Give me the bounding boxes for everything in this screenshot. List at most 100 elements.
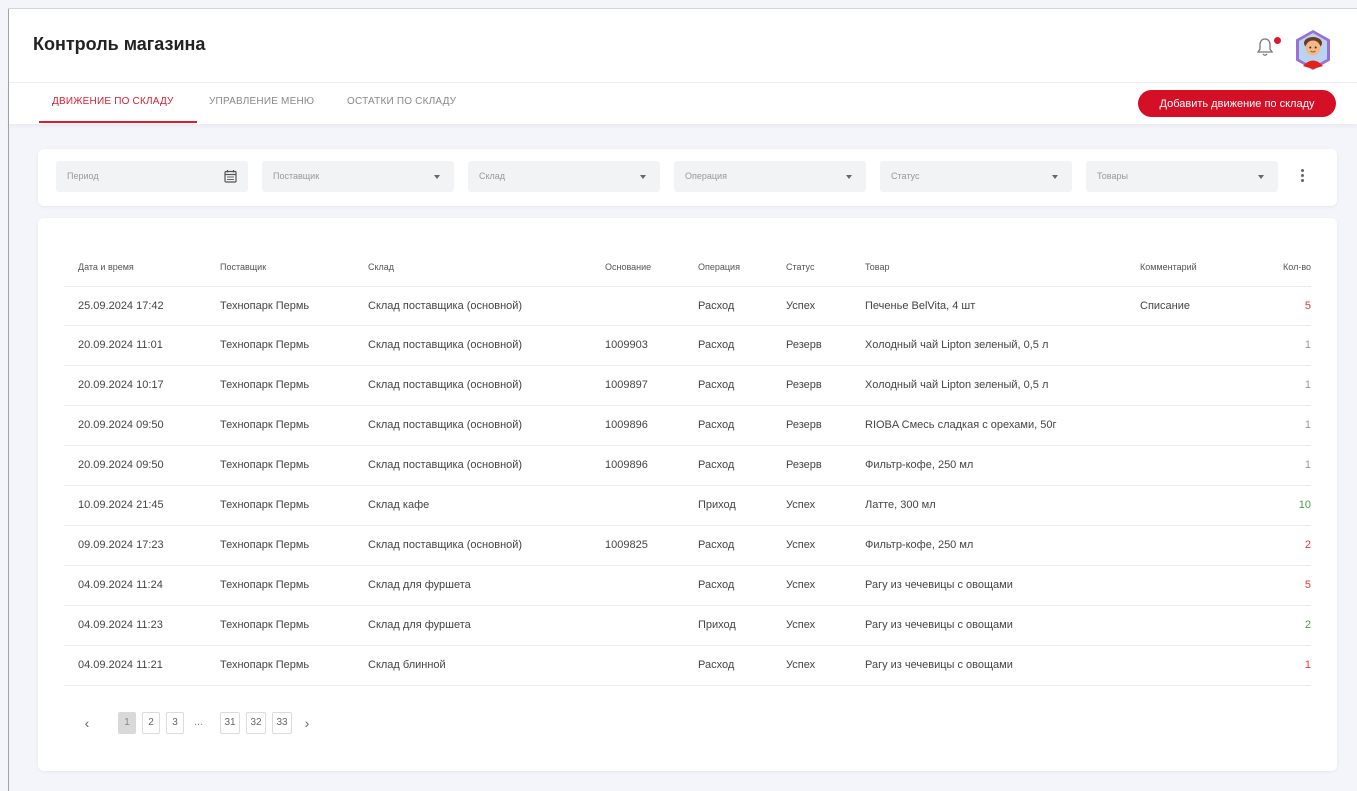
cell-supplier: Технопарк Пермь xyxy=(220,300,310,312)
cell-supplier: Технопарк Пермь xyxy=(220,419,310,431)
cell-comment: Списание xyxy=(1140,300,1190,312)
cell-warehouse: Склад кафе xyxy=(368,499,430,511)
page-button-31[interactable]: 31 xyxy=(220,712,240,734)
cell-product: Печенье BelVita, 4 шт xyxy=(865,300,976,312)
table-row[interactable]: 20.09.2024 09:50 Технопарк Пермь Склад пос… xyxy=(64,406,1311,446)
page-button-2[interactable]: 2 xyxy=(142,712,160,734)
cell-basis: 1009897 xyxy=(605,379,648,391)
chevron-down-icon xyxy=(434,175,440,179)
cell-warehouse: Склад поставщика (основной) xyxy=(368,379,523,391)
status-filter[interactable]: Статус xyxy=(880,161,1072,192)
cell-status: Успех xyxy=(786,539,816,551)
column-header-comment[interactable]: Комментарий xyxy=(1140,262,1197,272)
bell-icon[interactable] xyxy=(1255,36,1275,58)
column-header-product[interactable]: Товар xyxy=(865,262,890,272)
column-header-quantity[interactable]: Кол-во xyxy=(1283,262,1311,272)
table-body: 25.09.2024 17:42 Технопарк Пермь Склад пос… xyxy=(64,286,1311,686)
table-row[interactable]: 09.09.2024 17:23 Технопарк Пермь Склад пос… xyxy=(64,526,1311,566)
cell-datetime: 10.09.2024 21:45 xyxy=(78,499,164,511)
cell-supplier: Технопарк Пермь xyxy=(220,539,310,551)
cell-datetime: 25.09.2024 17:42 xyxy=(78,300,164,312)
cell-operation: Расход xyxy=(698,300,735,312)
calendar-icon[interactable] xyxy=(224,169,237,183)
cell-basis: 1009903 xyxy=(605,339,648,351)
cell-supplier: Технопарк Пермь xyxy=(220,619,310,631)
next-page-button[interactable]: › xyxy=(300,712,314,734)
cell-datetime: 20.09.2024 10:17 xyxy=(78,379,164,391)
prev-page-button[interactable]: ‹ xyxy=(80,712,94,734)
cell-operation: Расход xyxy=(698,339,735,351)
cell-product: Латте, 300 мл xyxy=(865,499,936,511)
supplier-filter[interactable]: Поставщик xyxy=(262,161,454,192)
table-header: Дата и время Поставщик Склад Основание О… xyxy=(64,256,1311,286)
warehouse-filter[interactable]: Склад xyxy=(468,161,660,192)
top-bar: Контроль магазина xyxy=(9,9,1357,83)
tab-menu-management[interactable]: Управление меню xyxy=(209,96,314,107)
period-filter[interactable]: Период xyxy=(56,161,248,192)
goods-filter[interactable]: Товары xyxy=(1086,161,1278,192)
column-header-operation[interactable]: Операция xyxy=(698,262,740,272)
table-row[interactable]: 20.09.2024 11:01 Технопарк Пермь Склад пос… xyxy=(64,326,1311,366)
operation-filter[interactable]: Операция xyxy=(674,161,866,192)
cell-supplier: Технопарк Пермь xyxy=(220,339,310,351)
more-vertical-icon[interactable] xyxy=(1299,169,1305,185)
cell-product: Фильтр-кофе, 250 мл xyxy=(865,539,974,551)
chevron-down-icon xyxy=(1052,175,1058,179)
table-row[interactable]: 25.09.2024 17:42 Технопарк Пермь Склад пос… xyxy=(64,286,1311,326)
cell-supplier: Технопарк Пермь xyxy=(220,579,310,591)
cell-quantity: 1 xyxy=(1304,659,1311,671)
movements-table-card: Дата и время Поставщик Склад Основание О… xyxy=(38,218,1337,771)
avatar[interactable] xyxy=(1294,29,1332,71)
column-header-basis[interactable]: Основание xyxy=(605,262,651,272)
column-header-warehouse[interactable]: Склад xyxy=(368,262,394,272)
table-row[interactable]: 20.09.2024 09:50 Технопарк Пермь Склад пос… xyxy=(64,446,1311,486)
cell-datetime: 04.09.2024 11:21 xyxy=(78,659,163,671)
page-button-1[interactable]: 1 xyxy=(118,712,136,734)
cell-datetime: 04.09.2024 11:24 xyxy=(78,579,163,591)
cell-quantity: 10 xyxy=(1298,499,1311,511)
cell-product: Рагу из чечевицы с овощами xyxy=(865,619,1013,631)
column-header-datetime[interactable]: Дата и время xyxy=(78,262,134,272)
supplier-filter-label: Поставщик xyxy=(273,171,320,181)
chevron-down-icon xyxy=(1258,175,1264,179)
cell-supplier: Технопарк Пермь xyxy=(220,499,310,511)
tab-stock-movement[interactable]: Движение по складу xyxy=(52,96,174,107)
active-tab-indicator xyxy=(39,121,197,123)
pagination-ellipsis: ... xyxy=(194,716,204,728)
cell-supplier: Технопарк Пермь xyxy=(220,379,310,391)
operation-filter-label: Операция xyxy=(685,171,727,181)
cell-datetime: 20.09.2024 11:01 xyxy=(78,339,163,351)
cell-operation: Расход xyxy=(698,659,735,671)
cell-status: Успех xyxy=(786,659,816,671)
cell-warehouse: Склад поставщика (основной) xyxy=(368,339,523,351)
cell-product: Рагу из чечевицы с овощами xyxy=(865,659,1013,671)
cell-warehouse: Склад поставщика (основной) xyxy=(368,300,523,312)
cell-warehouse: Склад поставщика (основной) xyxy=(368,539,523,551)
page-button-3[interactable]: 3 xyxy=(166,712,184,734)
cell-product: Холодный чай Lipton зеленый, 0,5 л xyxy=(865,339,1049,351)
cell-quantity: 5 xyxy=(1304,579,1311,591)
cell-quantity: 1 xyxy=(1304,379,1311,391)
column-header-supplier[interactable]: Поставщик xyxy=(220,262,266,272)
table-row[interactable]: 04.09.2024 11:23 Технопарк Пермь Склад для… xyxy=(64,606,1311,646)
tab-stock-balance[interactable]: Остатки по складу xyxy=(347,96,456,107)
column-header-status[interactable]: Статус xyxy=(786,262,814,272)
notification-dot xyxy=(1274,37,1281,44)
cell-operation: Расход xyxy=(698,379,735,391)
table-row[interactable]: 04.09.2024 11:21 Технопарк Пермь Склад бли… xyxy=(64,646,1311,686)
status-filter-label: Статус xyxy=(891,171,920,181)
cell-datetime: 20.09.2024 09:50 xyxy=(78,419,164,431)
cell-product: Фильтр-кофе, 250 мл xyxy=(865,459,974,471)
table-row[interactable]: 04.09.2024 11:24 Технопарк Пермь Склад для… xyxy=(64,566,1311,606)
table-row[interactable]: 20.09.2024 10:17 Технопарк Пермь Склад пос… xyxy=(64,366,1311,406)
cell-quantity: 2 xyxy=(1304,539,1311,551)
cell-status: Резерв xyxy=(786,379,822,391)
page-button-33[interactable]: 33 xyxy=(272,712,292,734)
cell-quantity: 1 xyxy=(1304,339,1311,351)
warehouse-filter-label: Склад xyxy=(479,171,506,181)
table-row[interactable]: 10.09.2024 21:45 Технопарк Пермь Склад каф… xyxy=(64,486,1311,526)
add-stock-movement-button[interactable]: Добавить движение по складу xyxy=(1138,90,1336,117)
page-button-32[interactable]: 32 xyxy=(246,712,266,734)
cell-quantity: 2 xyxy=(1304,619,1311,631)
cell-product: Холодный чай Lipton зеленый, 0,5 л xyxy=(865,379,1049,391)
